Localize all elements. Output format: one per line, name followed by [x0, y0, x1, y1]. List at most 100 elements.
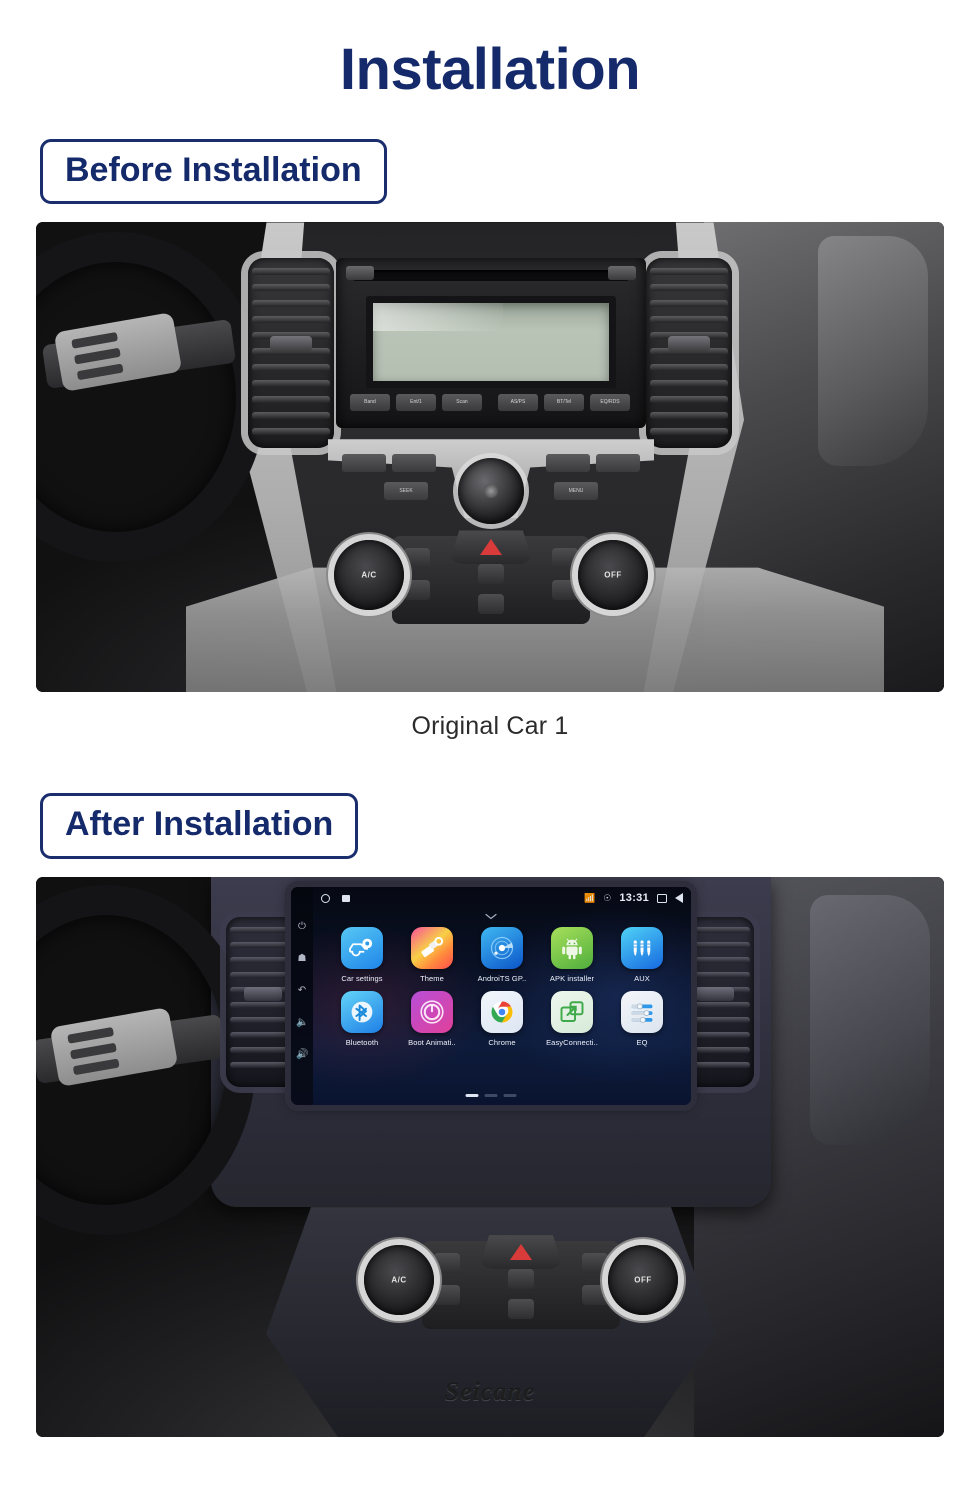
ac-knob-left: A/C [334, 540, 404, 611]
home-icon[interactable]: ☗ [296, 953, 308, 965]
location-icon: ☉ [603, 892, 612, 903]
gps-radar-icon[interactable] [481, 927, 523, 970]
control-key [342, 454, 386, 473]
app-label: AUX [634, 974, 650, 984]
before-installation-photo: Band Ent/1 Scan AS/PS BT/Tel EQ/RDS SEEK… [36, 222, 944, 693]
app-label: Bluetooth [345, 1038, 379, 1048]
back-icon[interactable]: ↶ [296, 985, 308, 997]
chrome-icon[interactable] [481, 991, 523, 1034]
app-chrome[interactable]: Chrome [467, 991, 537, 1047]
page-title: Installation [339, 37, 641, 102]
aux-jack-icon[interactable] [621, 927, 663, 970]
radio-preset-button: Ent/1 [396, 394, 436, 412]
car-settings-icon[interactable] [341, 927, 383, 970]
climate-button [404, 548, 430, 569]
equalizer-icon[interactable] [621, 991, 663, 1034]
passenger-side-panel [810, 895, 930, 1146]
bluetooth-icon: 📶 [584, 892, 596, 903]
after-installation-label: After Installation [40, 793, 359, 860]
original-car-radio: Band Ent/1 Scan AS/PS BT/Tel EQ/RDS [336, 258, 646, 429]
volume-down-icon[interactable]: 🔈 [296, 1017, 308, 1029]
radio-control-cluster: SEEK MENU [328, 430, 654, 525]
radio-preset-button: AS/PS [498, 394, 538, 412]
climate-button [552, 548, 578, 569]
control-key: SEEK [384, 482, 428, 501]
back-triangle-icon[interactable] [675, 893, 683, 904]
radio-preset-button: Band [350, 394, 390, 412]
app-boot-animation[interactable]: Boot Animati.. [397, 991, 467, 1047]
android-head-unit-screen[interactable]: ⏻ ☗ ↶ 🔈 🔊 📶 ☉ 13:31 Car settings Theme A… [291, 887, 691, 1106]
climate-button [478, 564, 504, 585]
climate-button [434, 1285, 460, 1306]
recents-icon[interactable] [657, 893, 667, 903]
app-bluetooth[interactable]: Bluetooth [327, 991, 397, 1047]
power-icon[interactable]: ⏻ [296, 921, 308, 933]
climate-button [404, 580, 430, 601]
app-grid: Car settings Theme AndroiTS GP.. APK ins… [313, 927, 691, 1047]
chevron-down-icon[interactable] [485, 913, 497, 920]
app-theme[interactable]: Theme [397, 927, 467, 983]
before-installation-label: Before Installation [40, 138, 387, 205]
android-robot-icon[interactable] [551, 927, 593, 970]
ac-knob-left: A/C [364, 1245, 434, 1316]
app-car-settings[interactable]: Car settings [327, 927, 397, 983]
paintbrush-icon[interactable] [411, 927, 453, 970]
app-label: EQ [636, 1038, 648, 1048]
climate-button [434, 1253, 460, 1274]
radio-preset-button: Scan [442, 394, 482, 412]
screen-mirror-icon[interactable] [551, 991, 593, 1034]
passenger-side-panel [818, 236, 928, 467]
app-label: APK installer [549, 974, 595, 984]
installation-page: Installation Before Installation Band En… [0, 0, 980, 1509]
radio-button-bar: Band Ent/1 Scan AS/PS BT/Tel EQ/RDS [348, 394, 634, 422]
app-eq[interactable]: EQ [607, 991, 677, 1047]
air-vent-left [248, 258, 334, 449]
status-clock: 13:31 [619, 892, 649, 905]
page-indicator[interactable] [465, 1094, 517, 1098]
volume-up-icon[interactable]: 🔊 [296, 1049, 308, 1061]
control-key [546, 454, 590, 473]
app-aux[interactable]: AUX [607, 927, 677, 983]
control-key [392, 454, 436, 473]
hazard-light-button [449, 530, 533, 565]
app-label: Chrome [488, 1038, 516, 1048]
app-label: Theme [420, 974, 444, 984]
radio-lcd-display [366, 296, 616, 389]
climate-button [508, 1299, 534, 1320]
page-dot[interactable] [465, 1094, 479, 1098]
page-dot[interactable] [484, 1094, 498, 1098]
control-key [596, 454, 640, 473]
onscreen-sidebar[interactable]: ⏻ ☗ ↶ 🔈 🔊 [291, 887, 313, 1106]
seicane-watermark: Seicane [444, 1377, 536, 1407]
climate-button [582, 1253, 608, 1274]
before-photo-caption: Original Car 1 [411, 712, 569, 741]
app-label: Car settings [341, 974, 383, 984]
app-androits-gps[interactable]: AndroiTS GP.. [467, 927, 537, 983]
radio-preset-button: BT/Tel [544, 394, 584, 412]
climate-button [552, 580, 578, 601]
ac-knob-right: OFF [608, 1245, 678, 1316]
app-easyconnection[interactable]: EasyConnecti.. [537, 991, 607, 1047]
bluetooth-icon[interactable] [341, 991, 383, 1034]
app-apk-installer[interactable]: APK installer [537, 927, 607, 983]
page-dot[interactable] [503, 1094, 517, 1098]
climate-button [478, 594, 504, 615]
circle-home-icon[interactable] [321, 893, 330, 903]
climate-control-panel: A/C OFF [334, 530, 648, 632]
ac-knob-label: A/C [391, 1275, 407, 1285]
climate-button [582, 1285, 608, 1306]
app-label: Boot Animati.. [408, 1038, 456, 1048]
climate-button [508, 1269, 534, 1290]
radio-preset-button: EQ/RDS [590, 394, 630, 412]
ac-knob-label: OFF [604, 570, 622, 580]
after-installation-photo: ⏻ ☗ ↶ 🔈 🔊 📶 ☉ 13:31 Car settings Theme A… [36, 877, 944, 1438]
climate-control-panel: A/C OFF [364, 1235, 678, 1337]
cd-slot [346, 266, 636, 282]
app-label: AndroiTS GP.. [477, 974, 527, 984]
app-label: EasyConnecti.. [546, 1038, 598, 1048]
air-vent-right [646, 258, 732, 449]
control-key: MENU [554, 482, 598, 501]
ac-knob-label: A/C [361, 570, 377, 580]
power-ring-icon[interactable] [411, 991, 453, 1034]
android-status-bar: 📶 ☉ 13:31 [313, 887, 691, 909]
